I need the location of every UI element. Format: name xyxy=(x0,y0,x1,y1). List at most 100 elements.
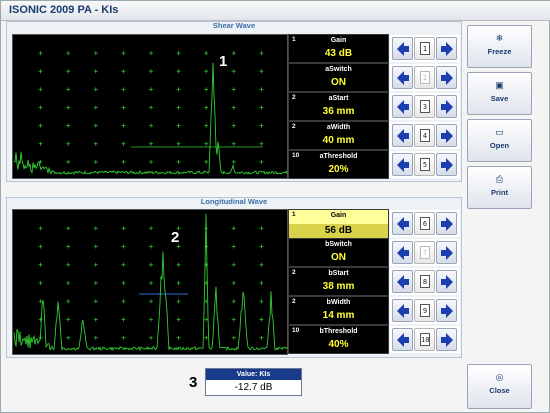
increase-button[interactable] xyxy=(436,241,457,264)
increase-button[interactable] xyxy=(436,270,457,293)
grid-tick xyxy=(66,141,71,146)
key-button[interactable]: 9 xyxy=(414,299,435,322)
shear-astart-value: 36 mm xyxy=(322,106,355,117)
grid-tick xyxy=(93,123,98,128)
grid-tick xyxy=(259,299,264,304)
grid-tick xyxy=(204,69,209,74)
shear-athreshold-label: aThreshold xyxy=(319,153,358,160)
save-button[interactable]: ▣ Save xyxy=(467,72,532,115)
grid-tick xyxy=(93,262,98,267)
grid-tick xyxy=(176,141,181,146)
shear-awidth-field[interactable]: 2 aWidth 40 mm xyxy=(288,121,389,150)
increase-button[interactable] xyxy=(436,124,457,147)
increase-button[interactable] xyxy=(436,153,457,176)
decrease-button[interactable] xyxy=(392,270,413,293)
grid-tick xyxy=(121,105,126,110)
key-button[interactable]: 2 xyxy=(414,66,435,89)
floppy-disk-icon: ▣ xyxy=(495,80,504,90)
grid-tick xyxy=(231,299,236,304)
grid-tick xyxy=(66,51,71,56)
shear-athreshold-field[interactable]: 10 aThreshold 20% xyxy=(288,150,389,179)
shear-astart-field[interactable]: 2 aStart 36 mm xyxy=(288,92,389,121)
key-button[interactable]: 1 xyxy=(414,37,435,60)
marker-2: 2 xyxy=(171,229,180,246)
decrease-button[interactable] xyxy=(392,37,413,60)
grid-tick xyxy=(176,123,181,128)
waveform-trace xyxy=(13,213,288,352)
grid-tick xyxy=(66,69,71,74)
long-bwidth-field[interactable]: 2 bWidth 14 mm xyxy=(288,296,389,325)
key-button[interactable]: 5 xyxy=(414,153,435,176)
longitudinal-wave-ascan-plot xyxy=(13,213,288,352)
grid-tick xyxy=(93,69,98,74)
grid-tick xyxy=(38,105,43,110)
shear-astart-controls: 3 xyxy=(390,93,460,120)
long-bthreshold-field[interactable]: 10 bThreshold 40% xyxy=(288,325,389,354)
grid-tick xyxy=(38,51,43,56)
increase-button[interactable] xyxy=(436,66,457,89)
print-button[interactable]: ⎙ Print xyxy=(467,166,532,209)
long-bstart-field[interactable]: 2 bStart 38 mm xyxy=(288,267,389,296)
grid-tick xyxy=(231,262,236,267)
grid-tick xyxy=(121,123,126,128)
decrease-button[interactable] xyxy=(392,212,413,235)
grid-tick xyxy=(259,69,264,74)
decrease-button[interactable] xyxy=(392,66,413,89)
grid-tick xyxy=(93,159,98,164)
shear-wave-scope[interactable] xyxy=(12,34,288,179)
decrease-button[interactable] xyxy=(392,153,413,176)
long-bswitch-field[interactable]: bSwitch ON xyxy=(288,238,389,267)
key-button[interactable]: 3 xyxy=(414,95,435,118)
long-gain-field[interactable]: 1 Gain 56 dB xyxy=(288,209,389,238)
grid-tick xyxy=(93,51,98,56)
increase-button[interactable] xyxy=(436,212,457,235)
close-button[interactable]: ◎ Close xyxy=(467,364,532,409)
shear-aswitch-field[interactable]: aSwitch ON xyxy=(288,63,389,92)
grid-tick xyxy=(259,226,264,231)
decrease-button[interactable] xyxy=(392,299,413,322)
grid-tick xyxy=(231,159,236,164)
increase-button[interactable] xyxy=(436,37,457,60)
key-button[interactable]: 4 xyxy=(414,124,435,147)
shear-gain-field[interactable]: 1 Gain 43 dB xyxy=(288,34,389,63)
open-button[interactable]: ▭ Open xyxy=(467,119,532,162)
long-gain-label: Gain xyxy=(330,212,347,219)
arrow-left-icon xyxy=(396,275,409,289)
grid-tick xyxy=(121,281,126,285)
grid-tick xyxy=(149,159,153,164)
arrow-left-icon xyxy=(396,71,409,85)
arrow-right-icon xyxy=(440,100,453,114)
arrow-left-icon xyxy=(396,100,409,114)
grid-tick xyxy=(259,317,264,322)
arrow-right-icon xyxy=(440,246,453,260)
grid-tick xyxy=(121,262,126,267)
increase-button[interactable] xyxy=(436,95,457,118)
key-button[interactable]: 7 xyxy=(414,241,435,264)
grid-tick xyxy=(66,123,71,128)
longitudinal-wave-scope[interactable] xyxy=(12,209,288,355)
key-label: 5 xyxy=(420,158,430,171)
grid-tick xyxy=(149,69,153,74)
increase-button[interactable] xyxy=(436,328,457,351)
decrease-button[interactable] xyxy=(392,124,413,147)
grid-tick xyxy=(231,69,236,74)
grid-tick xyxy=(259,335,264,340)
grid-tick xyxy=(231,335,236,340)
grid-tick xyxy=(204,105,209,110)
grid-tick xyxy=(121,159,126,164)
shear-athreshold-value: 20% xyxy=(328,164,349,175)
long-bwidth-controls: 9 xyxy=(390,297,460,324)
freeze-button[interactable]: ❄ Freeze xyxy=(467,25,532,68)
grid-tick xyxy=(231,141,236,146)
key-button[interactable]: 10 xyxy=(414,328,435,351)
decrease-button[interactable] xyxy=(392,241,413,264)
key-button[interactable]: 6 xyxy=(414,212,435,235)
print-label: Print xyxy=(490,188,509,197)
decrease-button[interactable] xyxy=(392,328,413,351)
grid-tick xyxy=(259,141,264,146)
decrease-button[interactable] xyxy=(392,95,413,118)
grid-tick xyxy=(231,244,236,249)
increase-button[interactable] xyxy=(436,299,457,322)
key-button[interactable]: 8 xyxy=(414,270,435,293)
grid-tick xyxy=(259,51,264,56)
